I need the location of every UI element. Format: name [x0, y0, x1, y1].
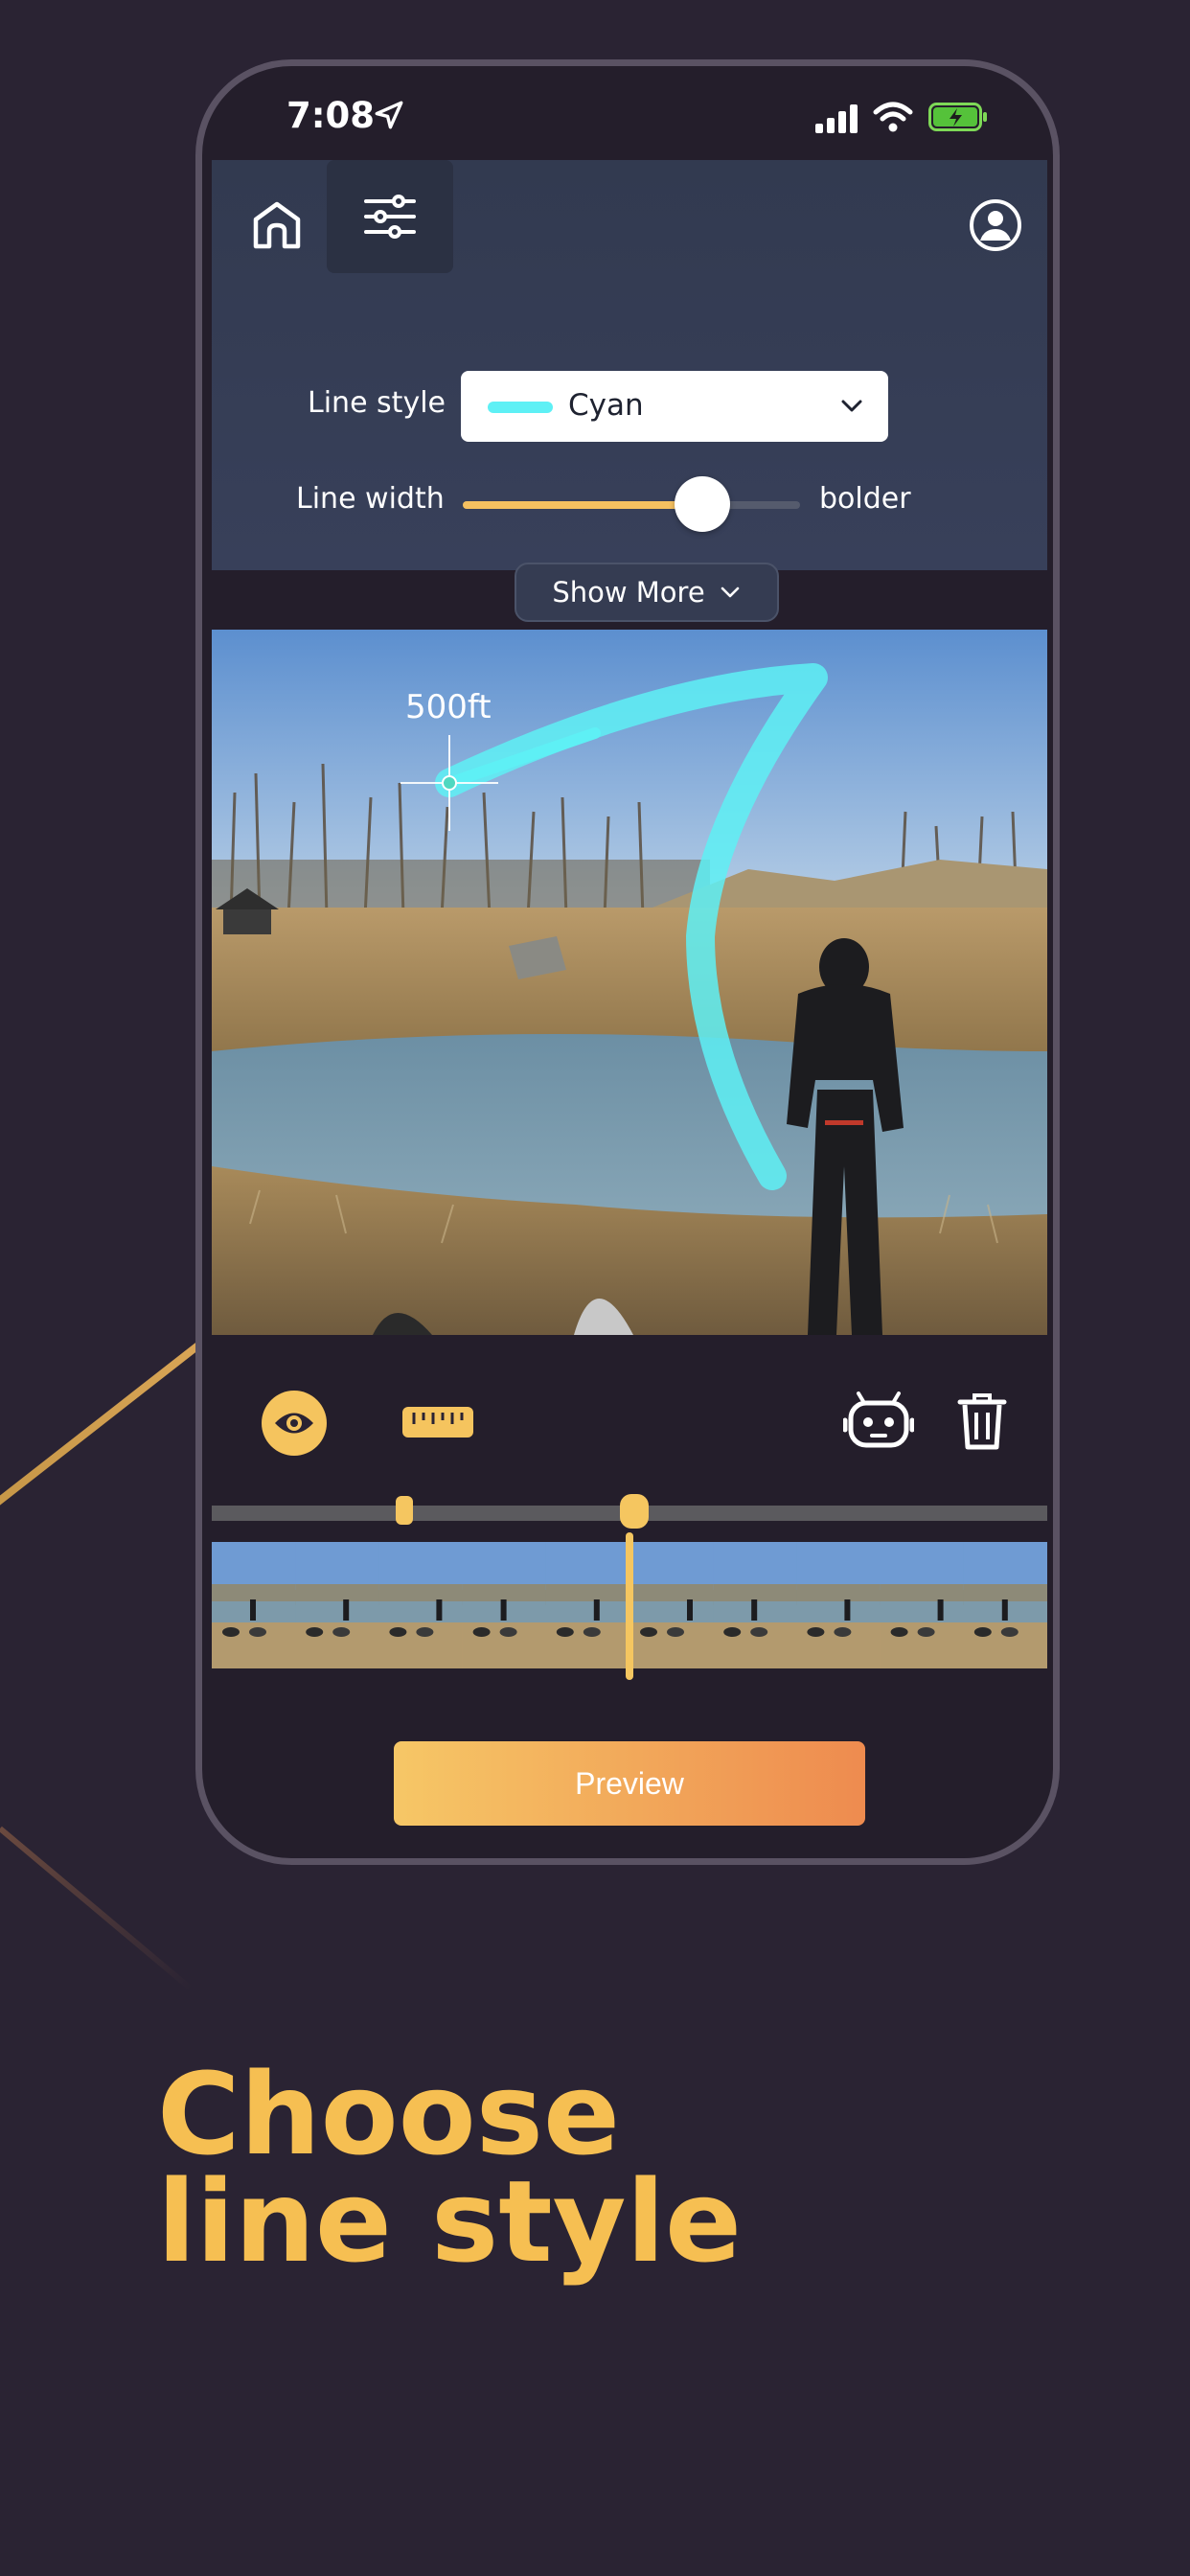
- headline-line-1: Choose: [157, 2048, 621, 2180]
- auto-track-button[interactable]: [840, 1387, 917, 1454]
- line-style-label: Line style: [308, 386, 446, 420]
- delete-button[interactable]: [950, 1387, 1015, 1456]
- trash-icon: [957, 1393, 1007, 1450]
- filmstrip-frame: [880, 1542, 966, 1668]
- robot-icon: [843, 1392, 914, 1448]
- filmstrip-frame: [629, 1542, 715, 1668]
- ruler-icon: [402, 1407, 473, 1438]
- show-more-button[interactable]: Show More: [515, 563, 779, 622]
- line-width-max-label: bolder: [819, 482, 911, 516]
- visibility-toggle-button[interactable]: [262, 1391, 327, 1456]
- filmstrip-frame: [295, 1542, 380, 1668]
- location-arrow-icon: [375, 101, 403, 129]
- status-time: 7:08: [286, 95, 376, 136]
- line-width-slider[interactable]: [463, 476, 800, 532]
- headline: Choose line style: [157, 2048, 1019, 2288]
- slider-thumb[interactable]: [674, 476, 730, 532]
- trim-start-handle[interactable]: [395, 1496, 413, 1525]
- video-frame[interactable]: 500ft: [212, 630, 1047, 1335]
- decorative-line: [0, 1826, 194, 1991]
- line-width-label: Line width: [296, 482, 445, 516]
- headline-line-2: line style: [157, 2155, 743, 2288]
- filmstrip-frame: [378, 1542, 464, 1668]
- eye-icon: [275, 1413, 313, 1434]
- filmstrip-frame: [796, 1542, 881, 1668]
- user-circle-icon: [970, 199, 1021, 251]
- playhead-handle[interactable]: [620, 1494, 649, 1529]
- wifi-icon: [873, 102, 913, 132]
- filters-button[interactable]: [327, 160, 453, 273]
- status-bar: 7:08: [202, 66, 1053, 160]
- filmstrip-frame: [212, 1542, 297, 1668]
- phone-frame: 7:08 Line style Cyan Line width bolder S…: [195, 59, 1060, 1865]
- battery-icon: [928, 103, 987, 131]
- scene-image: 500ft: [212, 630, 1047, 1335]
- signal-icon: [815, 104, 858, 133]
- color-swatch: [488, 402, 553, 413]
- chevron-down-icon: [721, 586, 739, 598]
- measure-button[interactable]: [400, 1396, 476, 1448]
- home-button[interactable]: [231, 179, 323, 271]
- line-style-select[interactable]: Cyan: [461, 371, 888, 442]
- profile-button[interactable]: [950, 179, 1041, 271]
- slider-fill: [463, 501, 702, 509]
- chevron-down-icon: [841, 400, 862, 412]
- playhead-line: [626, 1532, 633, 1680]
- filmstrip-frame: [545, 1542, 631, 1668]
- line-style-value: Cyan: [568, 388, 644, 423]
- distance-label: 500ft: [405, 688, 492, 726]
- preview-button[interactable]: Preview: [394, 1741, 865, 1826]
- filmstrip-frame: [462, 1542, 548, 1668]
- show-more-label: Show More: [552, 576, 705, 609]
- filmstrip-frame: [963, 1542, 1047, 1668]
- sliders-icon: [364, 195, 416, 239]
- home-icon: [253, 201, 301, 249]
- filmstrip-frame: [713, 1542, 798, 1668]
- decorative-line: [0, 1336, 208, 1527]
- app-screen: Line style Cyan Line width bolder Show M…: [212, 160, 1047, 1856]
